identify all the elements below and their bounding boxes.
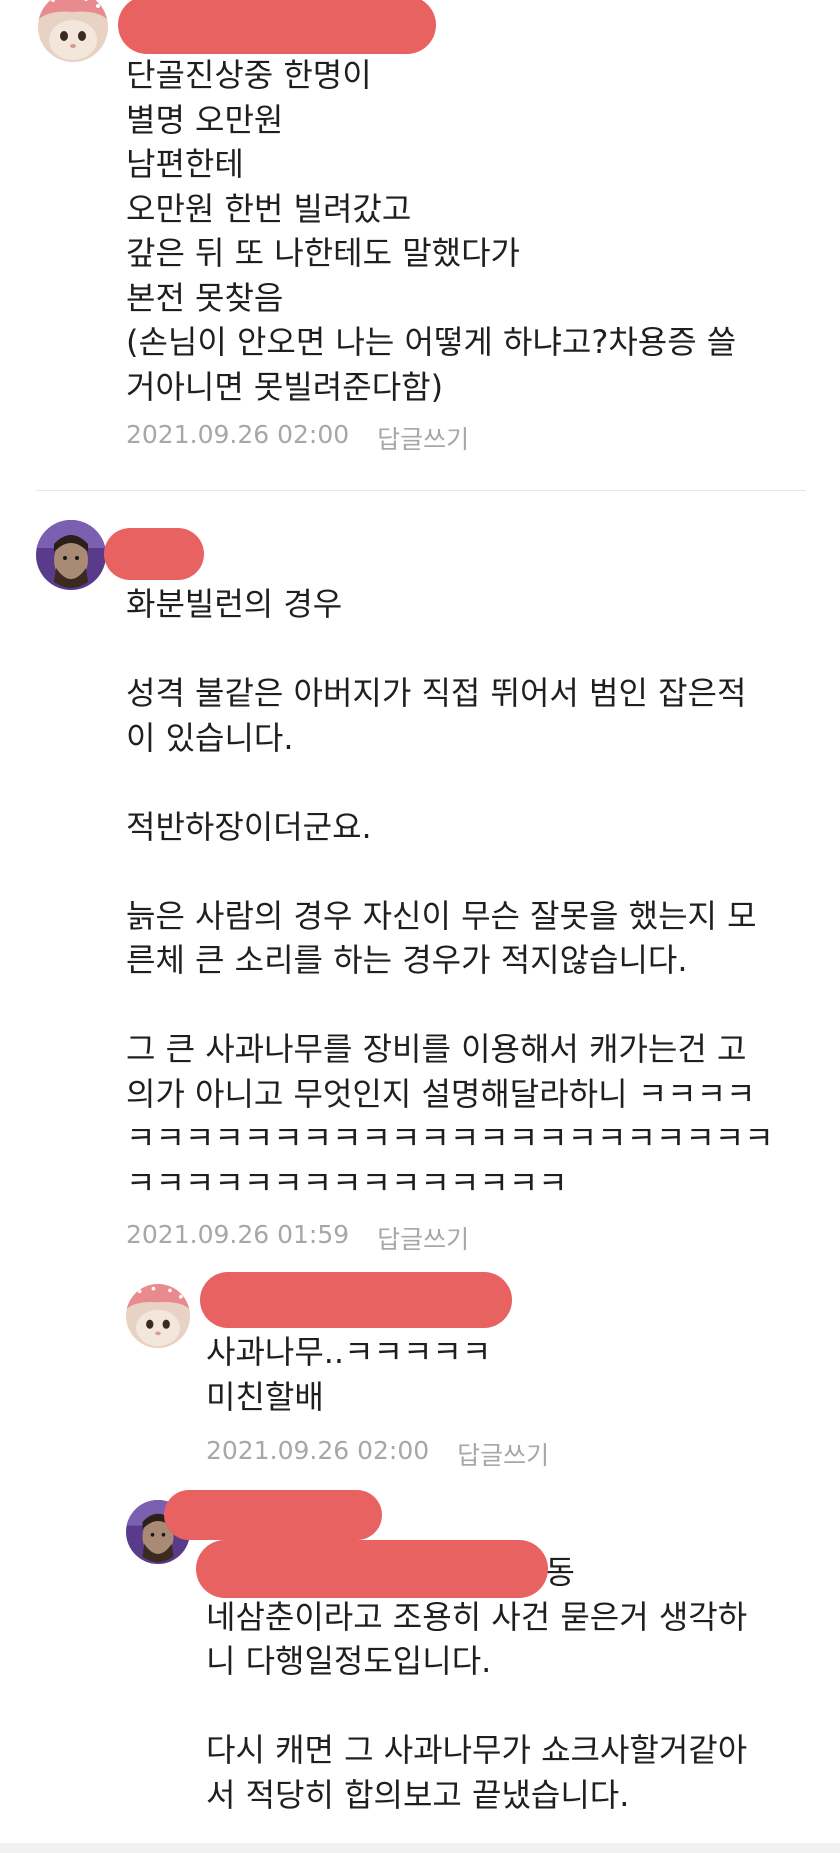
reply-button[interactable]: 답글쓰기: [377, 420, 469, 456]
reply-button[interactable]: 답글쓰기: [457, 1436, 549, 1472]
comment-date: 2021.09.26 01:59: [126, 1220, 350, 1249]
comment-meta: 2021.09.26 02:00 답글쓰기: [126, 420, 469, 456]
comment-body: 사과나무..ㅋㅋㅋㅋㅋ 미친할배: [206, 1333, 492, 1416]
comment-date: 2021.09.26 02:00: [206, 1436, 430, 1465]
redacted-username: [104, 528, 204, 580]
redacted-username: [118, 0, 436, 54]
redacted-text: [196, 1540, 548, 1598]
bottom-separator: [0, 1843, 840, 1853]
comment-meta: 2021.09.26 02:00 답글쓰기: [206, 1436, 549, 1472]
cat-avatar-icon[interactable]: [126, 1284, 190, 1348]
comment-date: 2021.09.26 02:00: [126, 420, 350, 449]
comment-body: 화분빌런의 경우 성격 불같은 아버지가 직접 뛰어서 범인 잡은적 이 있습니…: [126, 585, 774, 1202]
cat-avatar-icon[interactable]: [38, 0, 108, 62]
comment-divider: [36, 490, 806, 491]
man-avatar-icon[interactable]: [36, 520, 106, 590]
redacted-username: [200, 1272, 512, 1328]
comment-meta: 2021.09.26 01:59 답글쓰기: [126, 1220, 469, 1256]
comment-body: 단골진상중 한명이 별명 오만원 남편한테 오만원 한번 빌려갔고 갚은 뒤 또…: [126, 56, 737, 406]
reply-button[interactable]: 답글쓰기: [377, 1220, 469, 1256]
redacted-username: [164, 1490, 382, 1540]
